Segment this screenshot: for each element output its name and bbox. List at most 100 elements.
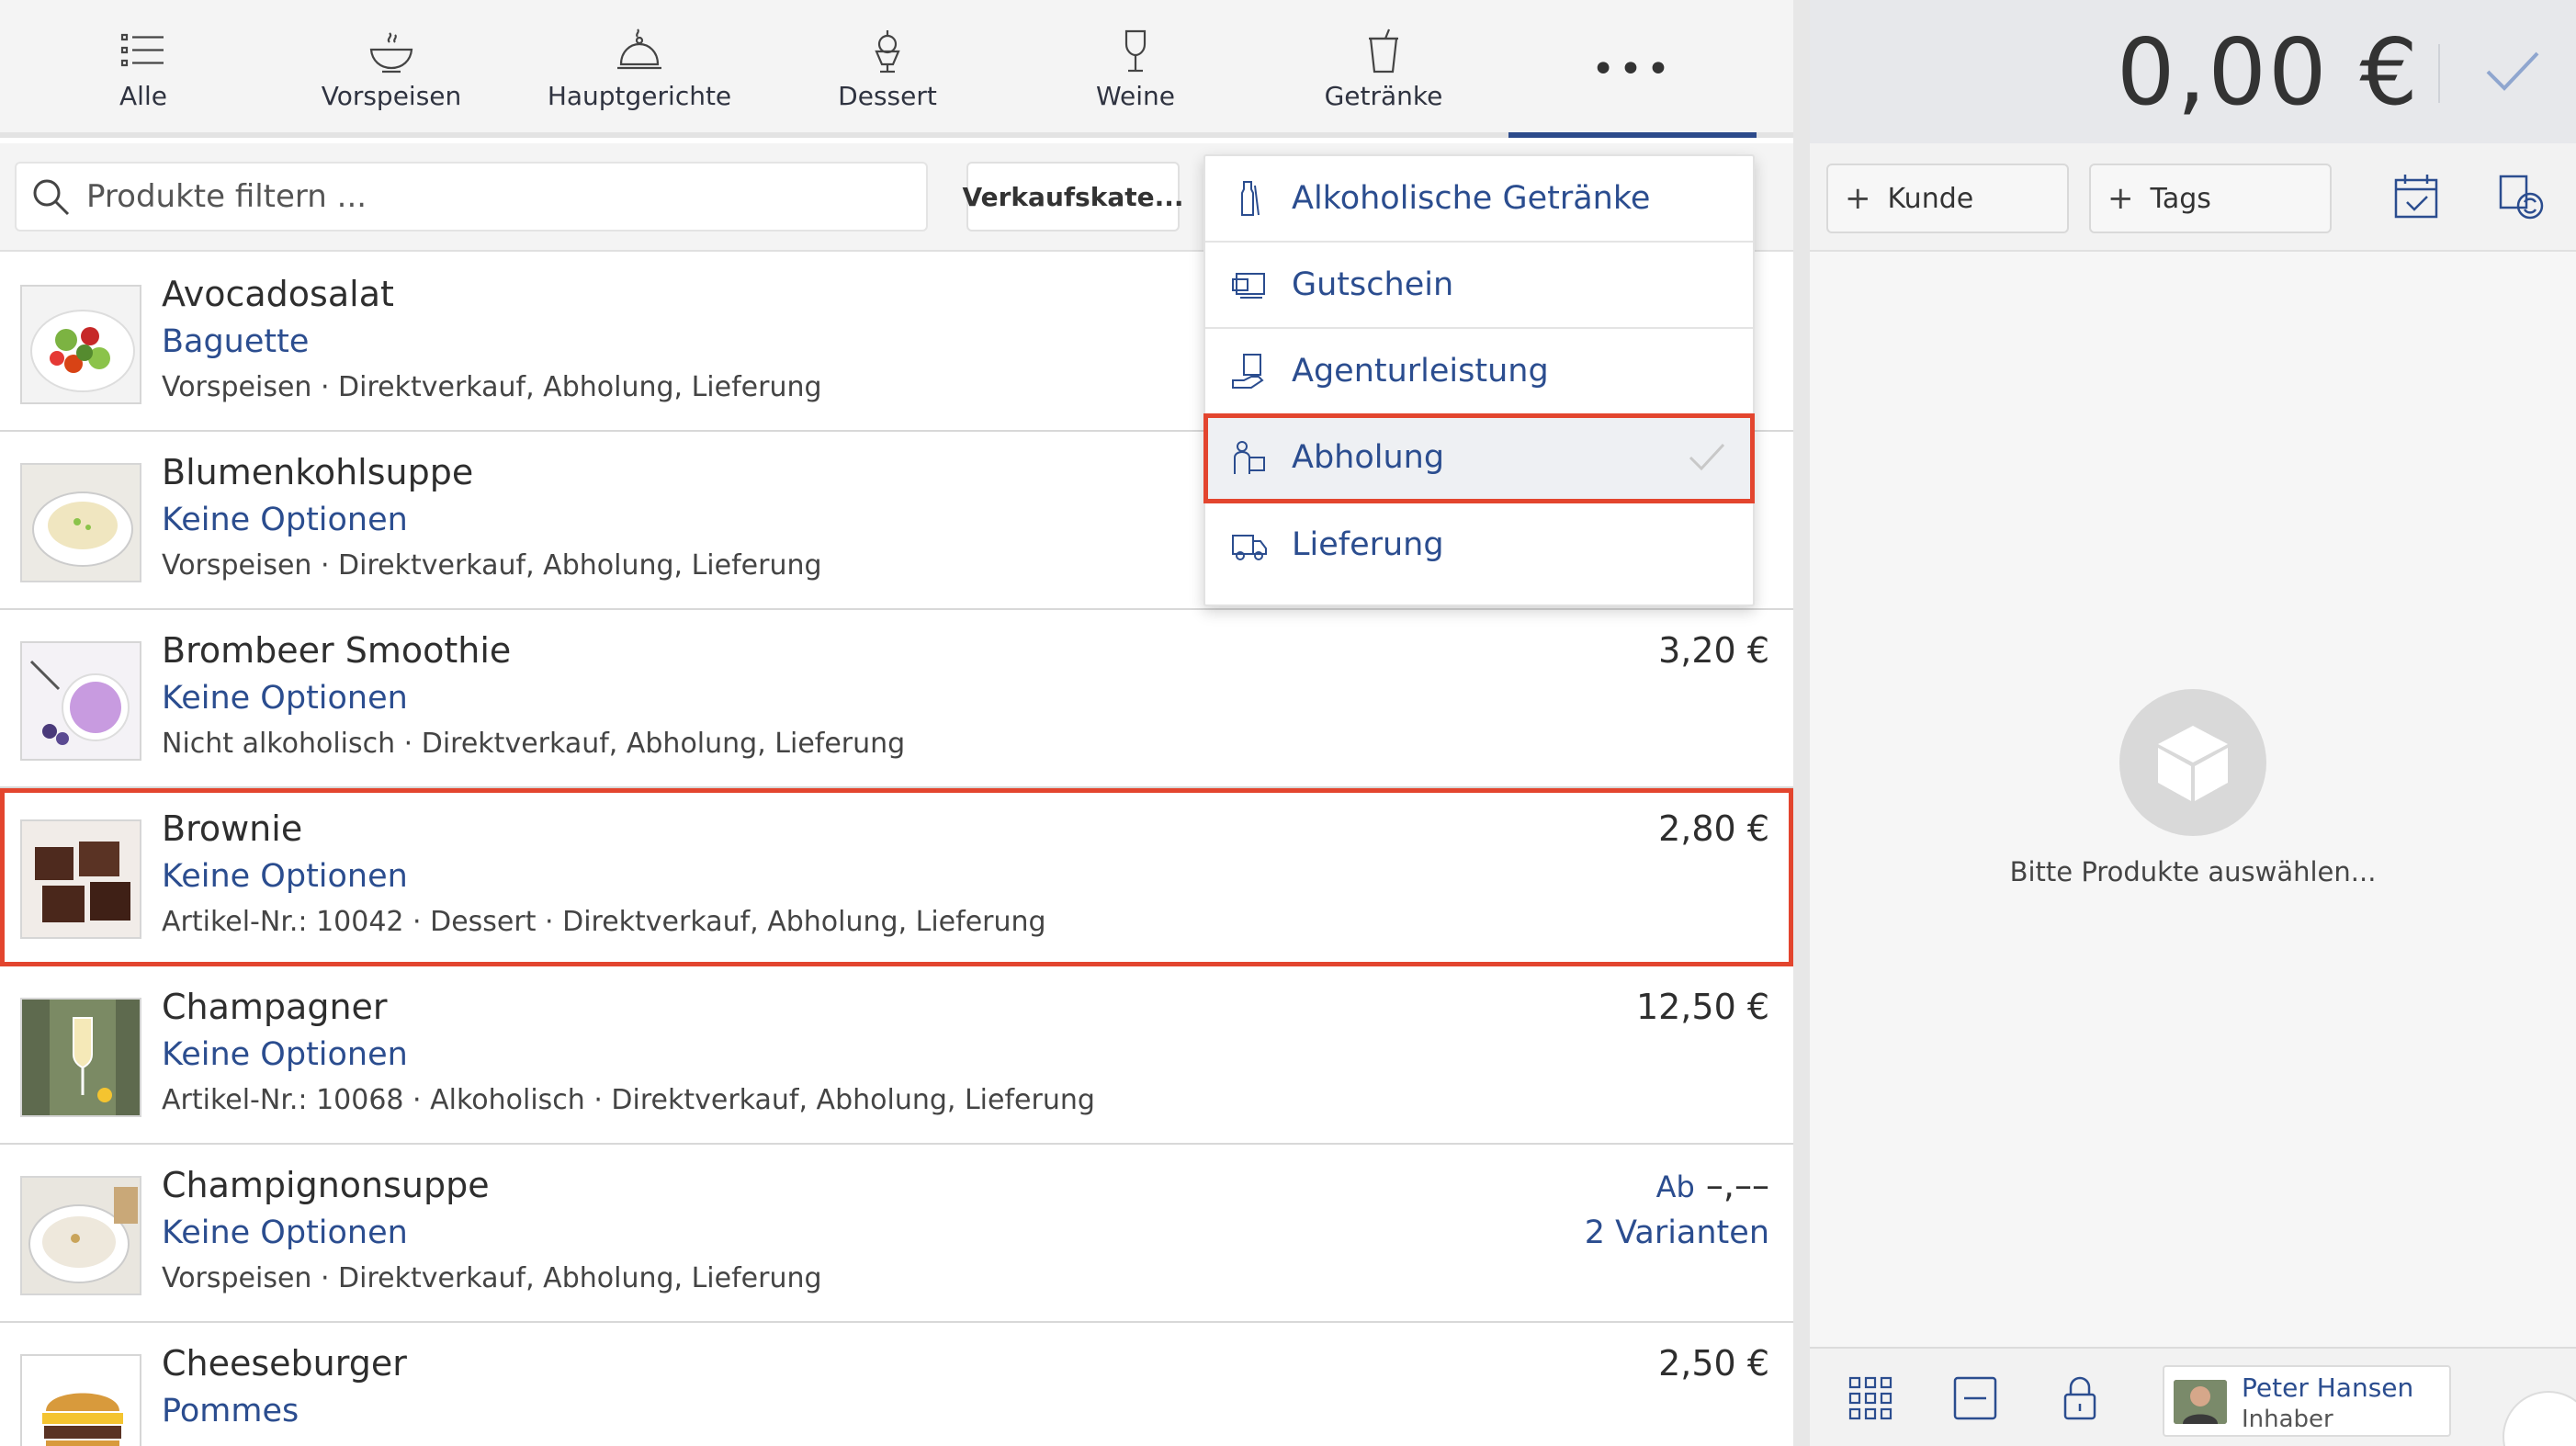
product-meta: Artikel-Nr.: 10068 · Alkoholisch · Direk… [162, 1084, 1095, 1116]
document-sync-icon[interactable] [2495, 171, 2547, 222]
product-thumbnail [20, 1176, 141, 1295]
dropdown-item-label: Alkoholische Getränke [1292, 180, 1651, 217]
product-meta: Nicht alkoholisch · Direktverkauf, Abhol… [162, 728, 906, 760]
cart-pane: 0,00 € + Kunde + Tags Bitte Produkte aus… [1810, 0, 2576, 1446]
dropdown-item-agenturleistung[interactable]: Agenturleistung [1205, 329, 1753, 415]
product-row-brownie[interactable]: Brownie Keine Optionen Artikel-Nr.: 1004… [0, 788, 1793, 966]
tab-label: Getränke [1324, 81, 1443, 111]
product-meta: Vorspeisen · Direktverkauf, Abholung, Li… [162, 549, 822, 582]
sales-category-dropdown: Alkoholische Getränke Gutschein Agenturl… [1203, 154, 1755, 606]
user-name: Peter Hansen [2242, 1373, 2414, 1403]
tab-dessert[interactable]: Dessert [764, 0, 1011, 138]
product-name: Avocadosalat [162, 274, 394, 314]
tab-label: Alle [119, 81, 167, 111]
dropdown-item-lieferung[interactable]: Lieferung [1205, 502, 1753, 588]
product-thumbnail [20, 641, 141, 761]
settings-corner-button[interactable] [2503, 1391, 2576, 1446]
product-option: Keine Optionen [162, 858, 408, 895]
plus-icon: + [2107, 180, 2134, 217]
checkmark-icon [1689, 443, 1725, 471]
product-option: Baguette [162, 323, 310, 360]
voucher-icon [1232, 273, 1265, 299]
dropdown-item-label: Abholung [1292, 439, 1445, 476]
product-row-champignonsuppe[interactable]: Champignonsuppe Keine Optionen Vorspeise… [0, 1145, 1793, 1323]
add-customer-label: Kunde [1887, 182, 1974, 215]
user-role: Inhaber [2242, 1406, 2333, 1433]
dropdown-item-label: Gutschein [1292, 266, 1454, 303]
search-input[interactable] [86, 178, 913, 215]
list-icon [120, 33, 164, 67]
grid-icon[interactable] [1847, 1374, 1894, 1422]
product-price: 12,50 € [1635, 987, 1769, 1027]
lock-icon[interactable] [2056, 1374, 2104, 1422]
dropdown-item-label: Agenturleistung [1292, 353, 1549, 390]
product-row-brombeer-smoothie[interactable]: Brombeer Smoothie Keine Optionen Nicht a… [0, 610, 1793, 788]
cart-footer: Peter Hansen Inhaber [1810, 1347, 2576, 1446]
calendar-check-icon[interactable] [2390, 171, 2442, 222]
cart-total: 0,00 € [2116, 17, 2420, 126]
product-price: Ab –,–– [1656, 1165, 1769, 1205]
product-name: Cheeseburger [162, 1343, 407, 1384]
tab-getraenke[interactable]: Getränke [1260, 0, 1507, 138]
bowl-icon [369, 32, 413, 73]
soup-image [22, 465, 140, 581]
product-thumbnail [20, 1354, 141, 1446]
champagne-image [22, 1000, 140, 1115]
product-price: 2,80 € [1658, 808, 1769, 849]
product-pane: Alle Vorspeisen Hauptgerichte Dessert We… [0, 0, 1793, 1446]
active-tab-indicator [1508, 132, 1757, 138]
dropdown-item-gutschein[interactable]: Gutschein [1205, 243, 1753, 329]
product-name: Brombeer Smoothie [162, 630, 512, 671]
sales-category-button[interactable]: Verkaufskate... [962, 162, 1184, 232]
dropdown-item-abholung[interactable]: Abholung [1203, 413, 1755, 503]
tab-hauptgerichte[interactable]: Hauptgerichte [516, 0, 763, 138]
pos-app: Alle Vorspeisen Hauptgerichte Dessert We… [0, 0, 2576, 1446]
box-icon-container [2119, 689, 2266, 836]
add-customer-button[interactable]: + Kunde [1826, 164, 2069, 233]
add-tags-label: Tags [2150, 182, 2211, 215]
price-value: –,–– [1705, 1165, 1769, 1205]
pane-divider[interactable] [1793, 0, 1810, 1446]
price-prefix: Ab [1655, 1169, 1695, 1204]
mushroom-soup-image [22, 1178, 140, 1293]
product-name: Blumenkohlsuppe [162, 452, 474, 492]
tab-vorspeisen[interactable]: Vorspeisen [268, 0, 514, 138]
product-name: Champagner [162, 987, 388, 1027]
box-icon [2158, 726, 2228, 801]
product-thumbnail [20, 998, 141, 1117]
bottle-icon [1241, 181, 1260, 216]
product-meta: Vorspeisen · Direktverkauf, Abholung, Li… [162, 1262, 822, 1294]
product-option: Keine Optionen [162, 680, 408, 717]
tab-weine[interactable]: Weine [1012, 0, 1259, 138]
avatar [2174, 1380, 2227, 1424]
tab-label: Weine [1095, 81, 1176, 111]
product-variants: 2 Varianten [1584, 1214, 1769, 1251]
tab-label: Hauptgerichte [547, 81, 732, 111]
search-box [15, 162, 928, 232]
smoothie-image [22, 643, 140, 759]
delivery-truck-icon [1232, 535, 1267, 560]
dropdown-item-label: Lieferung [1292, 526, 1444, 563]
product-row-cheeseburger[interactable]: Cheeseburger Pommes 2,50 € [0, 1323, 1793, 1446]
brownie-image [22, 821, 140, 937]
product-option: Keine Optionen [162, 1036, 408, 1073]
product-name: Champignonsuppe [162, 1165, 490, 1205]
cart-total-bar: 0,00 € [1810, 0, 2576, 143]
minus-box-icon[interactable] [1951, 1374, 1999, 1422]
product-thumbnail [20, 285, 141, 404]
more-tabs-button[interactable]: ••• [1508, 0, 1757, 138]
tab-alle[interactable]: Alle [20, 0, 266, 138]
avatar-photo [2174, 1380, 2227, 1424]
add-tags-button[interactable]: + Tags [2089, 164, 2332, 233]
wine-glass-icon [1124, 29, 1147, 73]
product-option: Pommes [162, 1393, 299, 1429]
salad-image [22, 287, 140, 402]
dropdown-item-alkoholische-getraenke[interactable]: Alkoholische Getränke [1205, 156, 1753, 243]
product-row-champagner[interactable]: Champagner Keine Optionen Artikel-Nr.: 1… [0, 966, 1793, 1145]
category-tabs: Alle Vorspeisen Hauptgerichte Dessert We… [0, 0, 1793, 138]
confirm-check-icon[interactable] [2484, 48, 2541, 94]
user-badge[interactable]: Peter Hansen Inhaber [2163, 1365, 2451, 1437]
plus-icon: + [1845, 180, 1871, 217]
separator [2438, 44, 2440, 103]
tab-label: Vorspeisen [321, 81, 462, 111]
